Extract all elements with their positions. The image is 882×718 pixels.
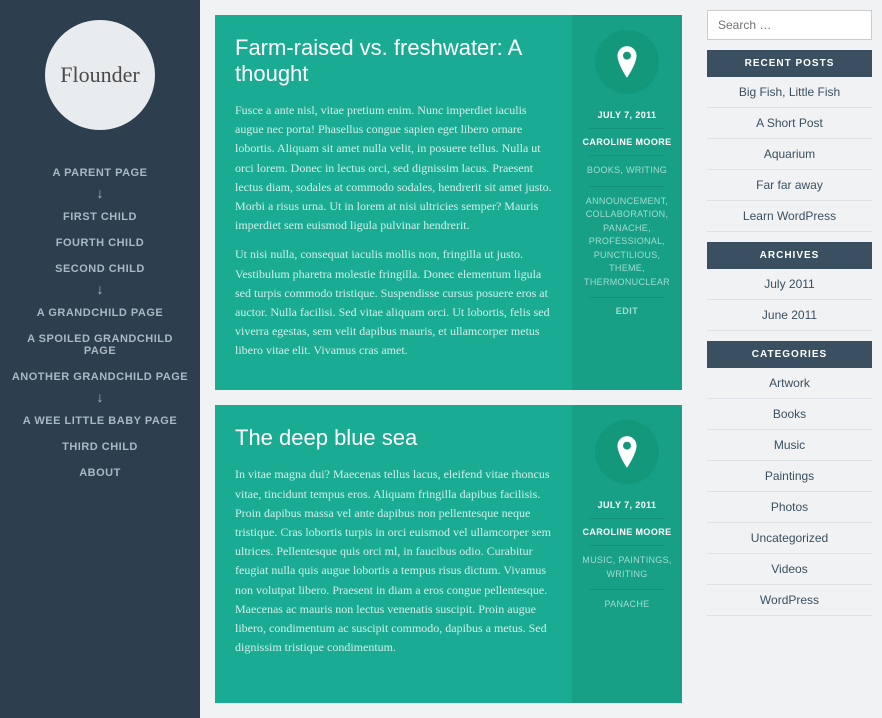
- list-item-link[interactable]: Artwork: [707, 368, 872, 398]
- recent-posts-title: RECENT POSTS: [707, 50, 872, 77]
- post-title[interactable]: Farm-raised vs. freshwater: A thought: [235, 35, 552, 87]
- list-item-link[interactable]: WordPress: [707, 585, 872, 615]
- archives-widget: ARCHIVES July 2011June 2011: [707, 242, 872, 331]
- post-card: The deep blue sea In vitae magna dui? Mae…: [215, 405, 682, 703]
- main-content: Farm-raised vs. freshwater: A thought Fus…: [200, 0, 697, 718]
- list-item: Photos: [707, 492, 872, 523]
- list-item-link[interactable]: Far far away: [707, 170, 872, 200]
- list-item-link[interactable]: Paintings: [707, 461, 872, 491]
- categories-title: CATEGORIES: [707, 341, 872, 368]
- post-title[interactable]: The deep blue sea: [235, 425, 552, 451]
- post-meta-sidebar: JULY 7, 2011 CAROLINE MOORE BOOKS, WRITING…: [572, 15, 682, 390]
- recent-posts-widget: RECENT POSTS Big Fish, Little FishA Shor…: [707, 50, 872, 232]
- list-item: Learn WordPress: [707, 201, 872, 232]
- sidebar-nav-item[interactable]: A GRANDCHILD PAGE: [0, 300, 200, 326]
- list-item-link[interactable]: Books: [707, 399, 872, 429]
- site-title: Flounder: [60, 62, 139, 88]
- nav-arrow: ↓: [0, 282, 200, 300]
- categories-widget: CATEGORIES ArtworkBooksMusicPaintingsPho…: [707, 341, 872, 616]
- list-item: Books: [707, 399, 872, 430]
- list-item-link[interactable]: Aquarium: [707, 139, 872, 169]
- list-item: Aquarium: [707, 139, 872, 170]
- sidebar-nav-item[interactable]: FOURTH CHILD: [0, 230, 200, 256]
- list-item-link[interactable]: July 2011: [707, 269, 872, 299]
- list-item: WordPress: [707, 585, 872, 616]
- sidebar-nav-item[interactable]: A SPOILED GRANDCHILD PAGE: [0, 326, 200, 364]
- list-item: Artwork: [707, 368, 872, 399]
- post-meta-sidebar: JULY 7, 2011 CAROLINE MOORE MUSIC, PAINTIN…: [572, 405, 682, 703]
- archives-list: July 2011June 2011: [707, 269, 872, 331]
- list-item-link[interactable]: Uncategorized: [707, 523, 872, 553]
- left-sidebar: Flounder A PARENT PAGE↓FIRST CHILDFOURTH…: [0, 0, 200, 718]
- post-excerpt: In vitae magna dui? Maecenas tellus lacu…: [235, 465, 552, 657]
- list-item-link[interactable]: Music: [707, 430, 872, 460]
- post-excerpt: Fusce a ante nisl, vitae pretium enim. N…: [235, 101, 552, 235]
- post-card: Farm-raised vs. freshwater: A thought Fus…: [215, 15, 682, 390]
- sidebar-nav-item[interactable]: A WEE LITTLE BABY PAGE: [0, 408, 200, 434]
- nav-arrow: ↓: [0, 186, 200, 204]
- list-item: Music: [707, 430, 872, 461]
- right-sidebar: RECENT POSTS Big Fish, Little FishA Shor…: [697, 0, 882, 718]
- post-tags: ANNOUNCEMENT, COLLABORATION, PANACHE, PR…: [580, 195, 674, 290]
- post-edit-link[interactable]: EDIT: [616, 306, 639, 316]
- sidebar-nav-item[interactable]: A PARENT PAGE: [0, 160, 200, 186]
- pin-icon: [595, 420, 659, 484]
- list-item: Uncategorized: [707, 523, 872, 554]
- recent-posts-list: Big Fish, Little FishA Short PostAquariu…: [707, 77, 872, 232]
- post-excerpt-2: Ut nisi nulla, consequat iaculis mollis …: [235, 245, 552, 360]
- archives-title: ARCHIVES: [707, 242, 872, 269]
- sidebar-navigation: A PARENT PAGE↓FIRST CHILDFOURTH CHILDSEC…: [0, 160, 200, 486]
- site-logo[interactable]: Flounder: [45, 20, 155, 130]
- list-item: Videos: [707, 554, 872, 585]
- sidebar-nav-item[interactable]: SECOND CHILD: [0, 256, 200, 282]
- list-item: July 2011: [707, 269, 872, 300]
- post-author: CAROLINE MOORE: [582, 527, 671, 537]
- pin-icon: [595, 30, 659, 94]
- post-categories: MUSIC, PAINTINGS, WRITING: [580, 554, 674, 581]
- sidebar-nav-item[interactable]: ABOUT: [0, 460, 200, 486]
- list-item-link[interactable]: A Short Post: [707, 108, 872, 138]
- list-item-link[interactable]: Photos: [707, 492, 872, 522]
- list-item: Paintings: [707, 461, 872, 492]
- list-item-link[interactable]: Videos: [707, 554, 872, 584]
- post-categories: BOOKS, WRITING: [587, 164, 667, 178]
- list-item: Big Fish, Little Fish: [707, 77, 872, 108]
- list-item: A Short Post: [707, 108, 872, 139]
- post-tags: PANACHE: [605, 598, 650, 612]
- search-input[interactable]: [707, 10, 872, 40]
- list-item: Far far away: [707, 170, 872, 201]
- list-item-link[interactable]: June 2011: [707, 300, 872, 330]
- sidebar-nav-item[interactable]: FIRST CHILD: [0, 204, 200, 230]
- categories-list: ArtworkBooksMusicPaintingsPhotosUncatego…: [707, 368, 872, 616]
- continue-reading-link[interactable]: Continue reading →: [235, 668, 333, 682]
- post-date: JULY 7, 2011: [598, 110, 657, 120]
- post-date: JULY 7, 2011: [598, 500, 657, 510]
- list-item-link[interactable]: Learn WordPress: [707, 201, 872, 231]
- sidebar-nav-item[interactable]: ANOTHER GRANDCHILD PAGE: [0, 364, 200, 390]
- sidebar-nav-item[interactable]: THIRD CHILD: [0, 434, 200, 460]
- nav-arrow: ↓: [0, 390, 200, 408]
- list-item: June 2011: [707, 300, 872, 331]
- post-author: CAROLINE MOORE: [582, 137, 671, 147]
- list-item-link[interactable]: Big Fish, Little Fish: [707, 77, 872, 107]
